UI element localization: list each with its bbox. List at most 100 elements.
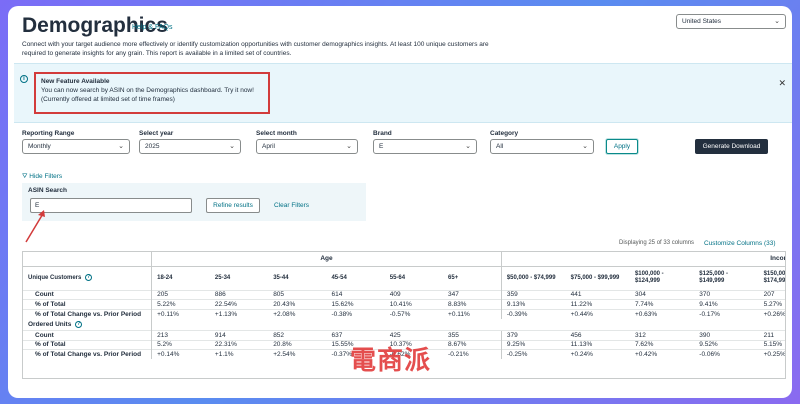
table-cell: 425 [384, 330, 444, 340]
country-select[interactable]: United States ⌄ [676, 14, 786, 29]
reporting-range-select[interactable]: Monthly ⌄ [22, 139, 130, 154]
table-cell: 304 [629, 289, 695, 300]
close-icon[interactable]: ✕ [778, 78, 786, 89]
table-cell: -0.25% [500, 349, 566, 359]
section-spacer [152, 319, 785, 331]
asin-search-panel: ASIN Search E Refine results Clear Filte… [22, 183, 366, 221]
row-label: Count [23, 289, 153, 300]
col-header[interactable]: $100,000 - $124,999 [630, 266, 694, 290]
chevron-down-icon: ⌄ [229, 143, 235, 150]
table-cell: +1.13% [209, 308, 269, 319]
table-cell: 7.62% [629, 339, 695, 350]
table-cell: 456 [565, 330, 630, 340]
table-cell: 355 [443, 330, 502, 340]
year-label: Select year [139, 130, 174, 137]
unique-customers-section: Count 205 886 805 614 409 347 359 441 304 370 207% … [23, 289, 785, 319]
table-cell: 213 [151, 330, 210, 340]
table-cell: 5.27% [758, 299, 785, 309]
ordered-units-header: Ordered Units ? [23, 318, 153, 331]
refine-results-button[interactable]: Refine results [206, 198, 260, 213]
col-header[interactable]: $50,000 - $74,999 [500, 266, 566, 290]
help-icon[interactable]: ? [75, 320, 83, 328]
banner-highlight-box: New Feature Available You can now search… [34, 72, 270, 114]
table-cell: 9.52% [694, 339, 759, 350]
asin-search-label: ASIN Search [28, 187, 68, 194]
col-header[interactable]: 65+ [443, 266, 501, 290]
watermark-logo: 電商派 [350, 346, 432, 376]
table-cell: 211 [758, 330, 785, 340]
brand-select[interactable]: E ⌄ [373, 139, 477, 154]
table-cell: 22.31% [209, 339, 269, 350]
help-faqs-link[interactable]: Help & FAQs [132, 24, 172, 31]
row-label: Count [23, 330, 153, 340]
year-select[interactable]: 2025 ⌄ [139, 139, 241, 154]
table-row: % of Total 5.22% 22.54% 20.43% 15.62% 10.41% 8… [23, 299, 785, 309]
demographics-page: Demographics Help & FAQs Connect with yo… [8, 6, 792, 398]
table-cell: +0.11% [443, 308, 502, 319]
table-cell: +1.1% [209, 349, 269, 359]
table-cell: 11.13% [565, 339, 630, 350]
table-cell: 20.8% [268, 339, 327, 350]
col-header[interactable]: 55-64 [385, 266, 443, 290]
table-cell: 9.13% [500, 299, 566, 309]
table-cell: +2.54% [268, 349, 327, 359]
table-cell: 379 [500, 330, 566, 340]
table-cell: 5.22% [151, 299, 210, 309]
filter-icon: ⛛ [22, 173, 28, 180]
col-header[interactable]: $150,000 - $174,999 [759, 266, 785, 290]
table-cell: 207 [758, 289, 785, 300]
col-header[interactable]: $125,000 - $149,999 [694, 266, 758, 290]
month-value: April [262, 143, 276, 150]
table-cell: -0.57% [384, 308, 444, 319]
reporting-range-label: Reporting Range [22, 130, 75, 137]
table-cell: 5.2% [151, 339, 210, 350]
month-label: Select month [256, 130, 297, 137]
table-cell: 347 [443, 289, 502, 300]
row-label: % of Total Change vs. Prior Period [23, 308, 153, 319]
apply-button[interactable]: Apply [606, 139, 638, 154]
col-header[interactable]: 35-44 [268, 266, 326, 290]
hide-filters-toggle[interactable]: ⛛ Hide Filters [22, 173, 62, 181]
table-cell: 409 [384, 289, 444, 300]
table-cell: 312 [629, 330, 695, 340]
table-cell: -0.38% [326, 308, 385, 319]
chevron-down-icon: ⌄ [582, 143, 588, 150]
table-cell: 8.67% [443, 339, 502, 350]
displaying-columns-text: Displaying 25 of 33 columns [619, 240, 695, 246]
row-label: % of Total [23, 339, 153, 350]
clear-filters-link[interactable]: Clear Filters [274, 202, 309, 209]
table-cell: +0.44% [565, 308, 630, 319]
col-header[interactable]: 45-54 [326, 266, 384, 290]
col-header[interactable]: 25-34 [210, 266, 268, 290]
generate-download-button[interactable]: Generate Download [695, 139, 768, 154]
table-corner [23, 252, 153, 267]
chevron-down-icon: ⌄ [465, 143, 471, 150]
row-label: % of Total Change vs. Prior Period [23, 349, 153, 359]
col-header[interactable]: 18-24 [152, 266, 210, 290]
category-label: Category [490, 130, 519, 137]
table-cell: +0.26% [758, 308, 785, 319]
table-cell: 9.41% [694, 299, 759, 309]
category-select[interactable]: All ⌄ [490, 139, 594, 154]
customize-columns-link[interactable]: Customize Columns (33) [704, 240, 776, 247]
brand-label: Brand [373, 130, 392, 137]
table-row: Count 213 914 852 637 425 355 379 456 312 390 211 [23, 330, 785, 340]
income-group-header: Income [500, 252, 785, 267]
table-row: Count 205 886 805 614 409 347 359 441 304 370 207 [23, 289, 785, 300]
chevron-down-icon: ⌄ [346, 143, 352, 150]
table-cell: 614 [326, 289, 385, 300]
year-value: 2025 [145, 143, 160, 150]
table-row: % of Total Change vs. Prior Period +0.11%… [23, 308, 785, 319]
help-icon[interactable]: ? [85, 273, 93, 281]
page-description: Connect with your target audience more e… [22, 41, 489, 57]
month-select[interactable]: April ⌄ [256, 139, 358, 154]
asin-search-input[interactable]: E [30, 198, 192, 213]
table-cell: +0.14% [151, 349, 210, 359]
table-cell: 8.83% [443, 299, 502, 309]
table-cell: 886 [209, 289, 269, 300]
table-cell: 15.62% [326, 299, 385, 309]
col-header[interactable]: $75,000 - $99,999 [566, 266, 630, 290]
banner-title: New Feature Available [41, 78, 110, 85]
info-icon: i [20, 75, 28, 83]
table-cell: 205 [151, 289, 210, 300]
